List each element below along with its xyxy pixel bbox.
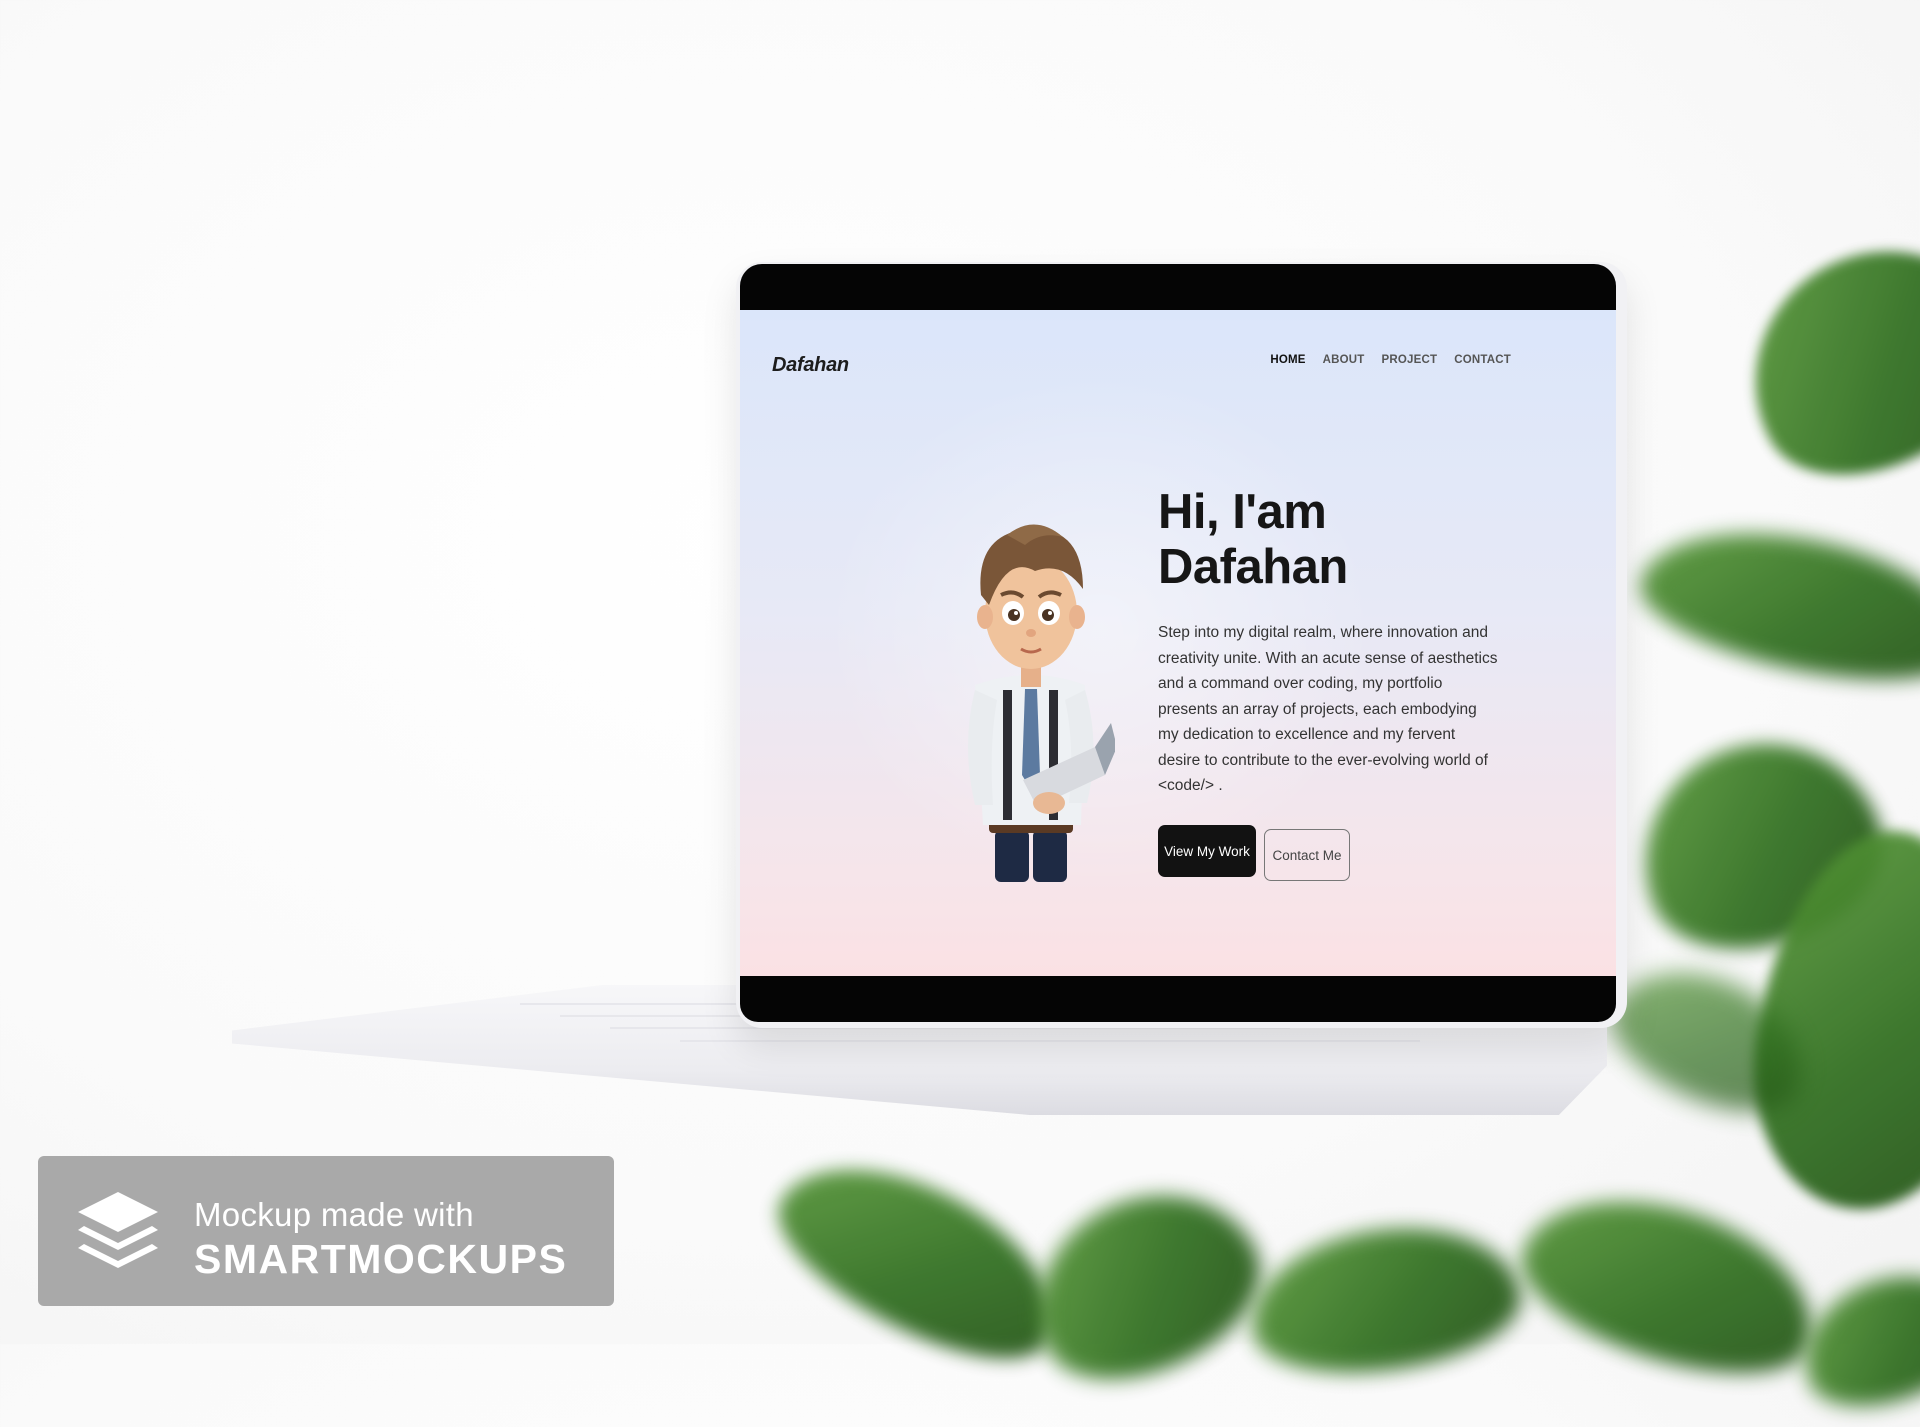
nav-about[interactable]: ABOUT [1323, 354, 1365, 366]
nav-contact[interactable]: CONTACT [1454, 354, 1511, 366]
plant-leaf [1004, 1159, 1286, 1411]
contact-me-button[interactable]: Contact Me [1264, 829, 1350, 881]
plant-leaf [1504, 1167, 1836, 1403]
view-my-work-button[interactable]: View My Work [1158, 825, 1256, 877]
plant-leaf [1241, 1211, 1529, 1389]
keyboard-row [680, 1040, 1420, 1042]
hero-heading-line2: Dafahan [1158, 540, 1348, 594]
character-illustration [968, 524, 1115, 882]
hero-description: Step into my digital realm, where innova… [1158, 624, 1498, 794]
site-logo[interactable]: Dafahan [772, 354, 849, 377]
nav-project[interactable]: PROJECT [1382, 354, 1438, 366]
laptop-bezel: Dafahan HOME ABOUT PROJECT CONTACT Hi, I… [740, 264, 1616, 1022]
hero-heading-line1: Hi, I'am [1158, 485, 1327, 539]
plant-leaf [1710, 206, 1920, 514]
plant-leaf [1630, 507, 1920, 703]
badge-brand: SMARTMOCKUPS [194, 1236, 568, 1282]
hero-heading: Hi, I'am Dafahan [1158, 485, 1348, 595]
website-screen: Dafahan HOME ABOUT PROJECT CONTACT Hi, I… [740, 310, 1616, 976]
plant-leaf [754, 1127, 1086, 1393]
badge-caption: Mockup made with [194, 1196, 474, 1233]
nav-home[interactable]: HOME [1270, 354, 1305, 366]
smartmockups-badge: Mockup made with SMARTMOCKUPS [38, 1156, 614, 1306]
stacked-layers-icon [78, 1192, 158, 1268]
site-nav: HOME ABOUT PROJECT CONTACT [1270, 354, 1511, 366]
